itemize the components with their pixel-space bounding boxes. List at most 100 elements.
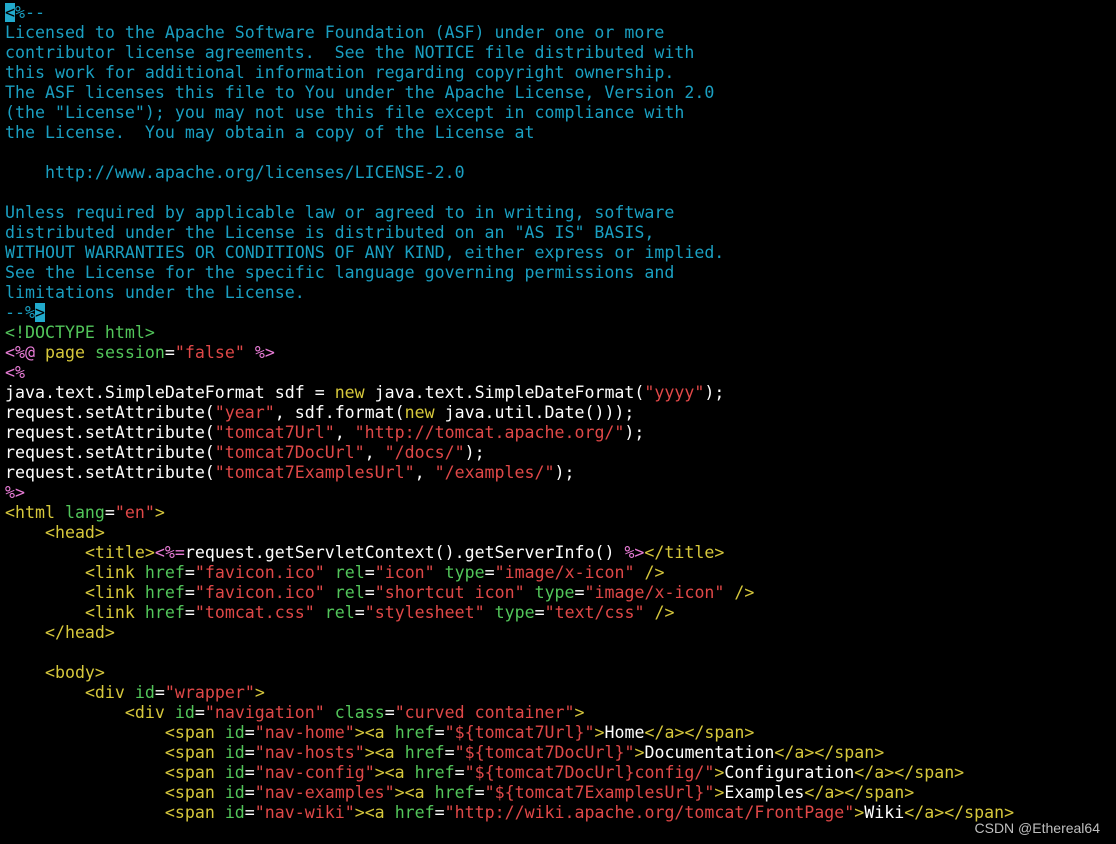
code-token: "tomcat.css" — [194, 603, 315, 622]
editor-line: the License. You may obtain a copy of th… — [5, 123, 1116, 143]
code-token: Documentation — [644, 743, 775, 762]
code-token: "image/x-icon" — [584, 583, 725, 602]
watermark: CSDN @Ethereal64 — [974, 820, 1101, 836]
code-token: = — [434, 803, 445, 822]
code-token: , — [414, 463, 435, 482]
code-token: ); — [464, 443, 485, 462]
code-token: session — [94, 343, 165, 362]
editor-line: <%-- — [5, 3, 1116, 23]
code-token: = — [104, 503, 115, 522]
code-token: id — [224, 743, 245, 762]
code-token: "navigation" — [204, 703, 325, 722]
code-token: ><a — [394, 783, 425, 802]
editor-line: <!DOCTYPE html> — [5, 323, 1116, 343]
code-token: "nav-examples" — [254, 783, 395, 802]
code-token: Licensed to the Apache Software Foundati… — [5, 23, 665, 42]
code-token: "tomcat7Url" — [214, 423, 335, 442]
code-token: > — [254, 683, 265, 702]
code-token: > — [154, 503, 165, 522]
code-token: "wrapper" — [164, 683, 255, 702]
code-token: href — [404, 743, 445, 762]
code-token: = — [164, 343, 175, 362]
code-token: </a></span> — [804, 783, 915, 802]
code-token: href — [394, 803, 435, 822]
code-token: "${tomcat7DocUrl}" — [454, 743, 635, 762]
code-token: href — [414, 763, 455, 782]
code-token: /> — [734, 583, 755, 602]
code-token: "yyyy" — [644, 383, 705, 402]
code-token: "curved container" — [394, 703, 575, 722]
code-token: > — [854, 803, 865, 822]
code-token: ); — [624, 423, 645, 442]
terminal-buffer[interactable]: <%-- Licensed to the Apache Software Foun… — [5, 3, 1116, 823]
code-token: </a></span> — [854, 763, 965, 782]
code-token: <html — [5, 503, 55, 522]
code-token: WITHOUT WARRANTIES OR CONDITIONS OF ANY … — [5, 243, 725, 262]
code-token: "image/x-icon" — [494, 563, 635, 582]
editor-line: The ASF licenses this file to You under … — [5, 83, 1116, 103]
editor-line: http://www.apache.org/licenses/LICENSE-2… — [5, 163, 1116, 183]
code-token: "stylesheet" — [364, 603, 485, 622]
code-token: %> — [254, 343, 275, 362]
editor-line: %> — [5, 483, 1116, 503]
code-token: = — [484, 563, 495, 582]
code-token: "nav-wiki" — [254, 803, 355, 822]
code-token: Home — [604, 723, 645, 742]
code-token: > — [714, 763, 725, 782]
editor-line: <span id="nav-home"><a href="${tomcat7Ur… — [5, 723, 1116, 743]
code-token: "favicon.ico" — [194, 563, 325, 582]
code-token: (the "License"); you may not use this fi… — [5, 103, 685, 122]
code-token: java.text.SimpleDateFormat sdf = — [5, 383, 335, 402]
code-token: = — [184, 603, 195, 622]
code-token: "nav-home" — [254, 723, 355, 742]
code-token: <span — [164, 743, 215, 762]
editor-line: Licensed to the Apache Software Foundati… — [5, 23, 1116, 43]
code-token: java.util.Date())); — [434, 403, 635, 422]
code-token: "nav-hosts" — [254, 743, 365, 762]
code-token: id — [224, 723, 245, 742]
code-token: type — [494, 603, 535, 622]
code-token: "text/css" — [544, 603, 645, 622]
code-token: page — [44, 343, 85, 362]
code-token: <span — [164, 803, 215, 822]
code-token: type — [444, 563, 485, 582]
editor-line: distributed under the License is distrib… — [5, 223, 1116, 243]
cursor: > — [34, 303, 45, 322]
code-token: href — [434, 783, 475, 802]
code-token: <% — [5, 363, 25, 382]
code-token: <!DOCTYPE html> — [5, 323, 155, 342]
code-token: "en" — [114, 503, 155, 522]
code-token: <span — [164, 783, 215, 802]
code-token: > — [634, 743, 645, 762]
editor-line: <head> — [5, 523, 1116, 543]
editor-line: <html lang="en"> — [5, 503, 1116, 523]
code-token: = — [454, 763, 465, 782]
editor-line: WITHOUT WARRANTIES OR CONDITIONS OF ANY … — [5, 243, 1116, 263]
code-token: = — [184, 563, 195, 582]
editor-line: java.text.SimpleDateFormat sdf = new jav… — [5, 383, 1116, 403]
